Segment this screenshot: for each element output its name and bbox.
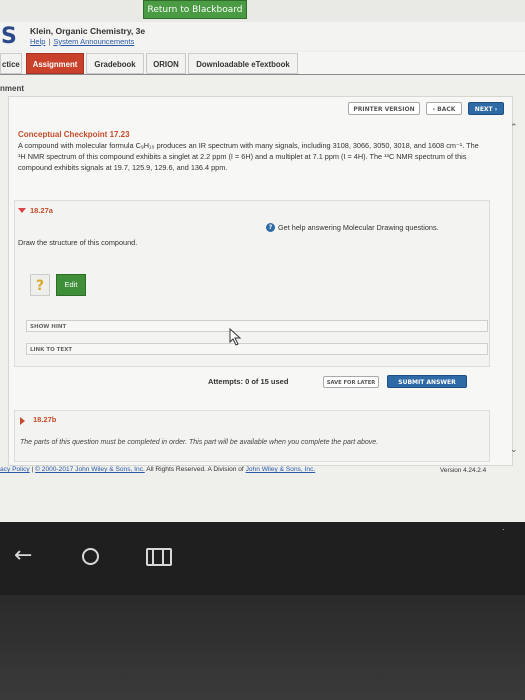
attempts-counter: Attempts: 0 of 15 used [208,377,289,386]
help-link[interactable]: Get help answering Molecular Drawing que… [278,223,439,232]
printer-version-button[interactable]: PRINTER VERSION [348,102,420,115]
footer: acy Policy | © 2000-2017 John Wiley & So… [0,466,315,473]
question-prompt: Draw the structure of this compound. [18,238,138,247]
copyright-link[interactable]: © 2000-2017 John Wiley & Sons, Inc. [35,466,145,473]
help-link[interactable]: Help [30,37,45,46]
privacy-policy-link[interactable]: acy Policy [0,466,30,473]
browser-screen: Return to Blackboard S Klein, Organic Ch… [0,0,525,522]
home-icon[interactable] [82,548,99,565]
tab-etextbook[interactable]: Downloadable eTextbook [188,53,298,74]
wiley-logo-icon: S [1,24,17,49]
app-title: Klein, Organic Chemistry, 3e [30,26,146,36]
tab-assignment[interactable]: Assignment [26,53,84,74]
android-nav-bar [0,530,525,590]
checkpoint-text: A compound with molecular formula C₉H₁₀ … [18,141,479,172]
version-label: Version 4.24.2.4 [440,467,487,474]
rights-text: All Rights Reserved. A Division of [144,466,246,473]
return-to-blackboard-button[interactable]: Return to Blackboard [143,0,247,19]
link-to-text-button[interactable]: LINK TO TEXT [26,343,488,355]
chevron-up-icon[interactable]: ⌃ [510,123,518,133]
checkpoint-title: Conceptual Checkpoint 17.23 [18,130,130,139]
system-announcements-link[interactable]: System Announcements [53,37,134,46]
question-2-note: The parts of this question must be compl… [20,439,379,446]
question-box-2 [14,410,490,462]
tab-orion[interactable]: ORION [146,53,186,74]
submit-answer-button[interactable]: SUBMIT ANSWER [387,375,467,388]
save-for-later-button[interactable]: SAVE FOR LATER [323,376,379,388]
edit-button[interactable]: Edit [56,274,86,296]
tab-practice[interactable]: ctice [0,53,22,74]
help-icon[interactable]: ? [266,223,275,232]
header-links: Help | System Announcements [30,37,134,46]
tab-gradebook[interactable]: Gradebook [86,53,144,74]
blackboard-bar [0,0,525,22]
show-hint-button[interactable]: SHOW HINT [26,320,488,332]
expand-arrow-icon[interactable] [20,417,25,425]
recent-apps-inner-icon [152,548,164,566]
question-number: 18.27a [30,206,53,215]
collapse-arrow-icon[interactable] [18,208,26,213]
company-link[interactable]: John Wiley & Sons, Inc. [246,466,316,473]
footer-separator: | [31,466,34,473]
section-label: nment [0,84,24,93]
mouse-cursor-icon [229,328,242,346]
question-number-2: 18.27b [33,415,57,424]
back-arrow-icon[interactable]: ← [14,543,32,568]
chevron-down-icon[interactable]: ⌄ [510,445,518,455]
next-button[interactable]: NEXT › [468,102,504,115]
background-surface [0,595,525,700]
structure-placeholder-icon: ? [30,274,50,296]
back-button[interactable]: ‹ BACK [426,102,462,115]
